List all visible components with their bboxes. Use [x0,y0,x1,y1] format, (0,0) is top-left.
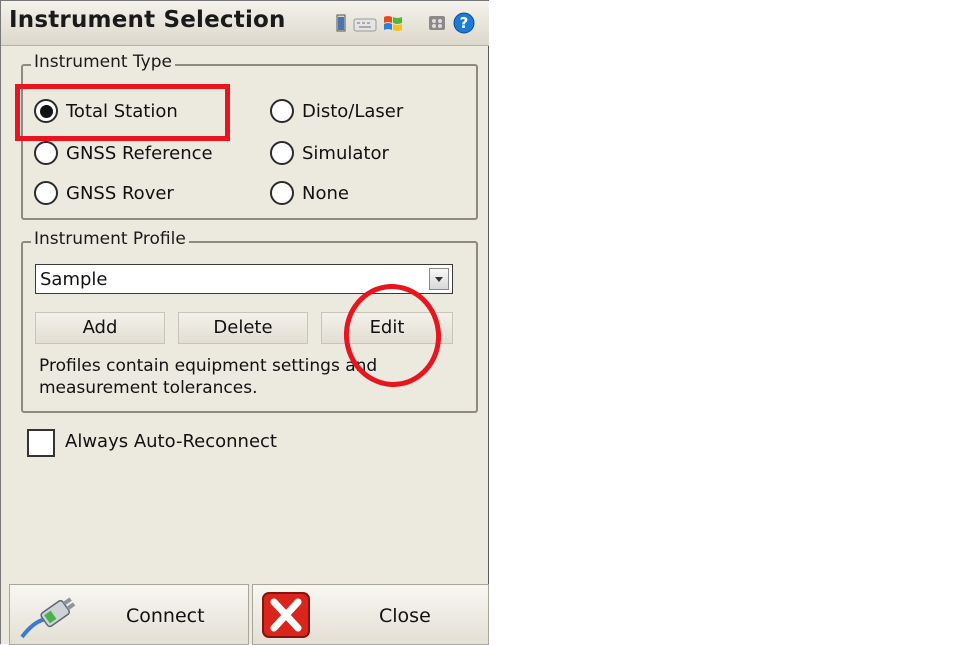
close-icon [262,592,310,638]
radio-label: Simulator [302,142,389,164]
radio-gnss-reference[interactable]: GNSS Reference [34,141,213,165]
battery-icon[interactable] [331,13,351,33]
radio-label: GNSS Rover [66,182,174,204]
annotation-highlight-rectangle [15,84,230,141]
radio-button[interactable] [34,141,58,165]
connector-plug-icon [20,597,76,639]
close-button[interactable]: Close [252,584,489,645]
settings-icon[interactable] [427,13,447,33]
radio-none[interactable]: None [270,181,349,205]
window-title: Instrument Selection [9,7,286,33]
title-bar: Instrument Selection ? [1,1,489,46]
radio-simulator[interactable]: Simulator [270,141,389,165]
svg-text:?: ? [460,14,469,32]
radio-label: None [302,182,349,204]
connect-label: Connect [126,605,205,627]
radio-button[interactable] [270,181,294,205]
auto-reconnect-checkbox[interactable] [27,429,55,457]
radio-disto-laser[interactable]: Disto/Laser [270,99,403,123]
radio-button[interactable] [270,141,294,165]
close-label: Close [379,605,431,627]
auto-reconnect-label: Always Auto-Reconnect [65,431,277,452]
bottom-action-bar: Connect Close [9,584,489,645]
help-icon[interactable]: ? [453,12,475,34]
instrument-selection-window: Instrument Selection ? Instrument Type T… [0,0,489,645]
profile-dropdown-value: Sample [40,269,108,290]
radio-button[interactable] [34,181,58,205]
chevron-down-icon[interactable] [429,268,449,290]
radio-gnss-rover[interactable]: GNSS Rover [34,181,174,205]
connect-button[interactable]: Connect [9,584,249,645]
radio-button[interactable] [270,99,294,123]
instrument-type-legend: Instrument Type [31,52,175,72]
delete-button[interactable]: Delete [178,312,308,344]
radio-label: GNSS Reference [66,142,213,164]
add-button[interactable]: Add [35,312,165,344]
instrument-profile-legend: Instrument Profile [31,229,189,249]
radio-label: Disto/Laser [302,100,404,122]
keyboard-icon[interactable] [353,13,377,33]
windows-flag-icon[interactable] [381,13,405,33]
